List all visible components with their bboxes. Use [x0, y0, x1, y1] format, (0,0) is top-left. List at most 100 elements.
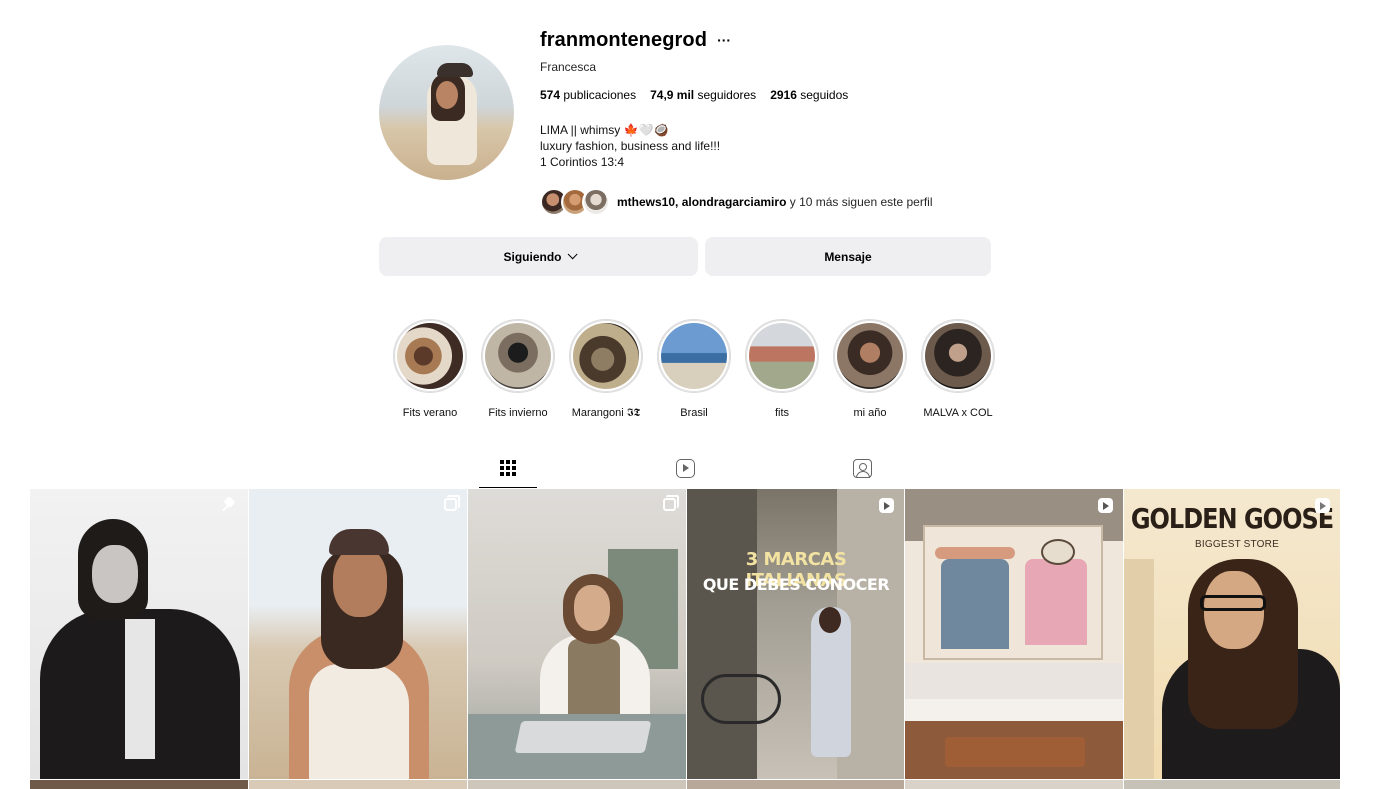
follower-avatar-3 [582, 188, 610, 216]
post-figure-top [309, 664, 409, 779]
highlight-cover [397, 323, 463, 389]
post-tile[interactable] [30, 780, 248, 789]
avatar-cap-figure [437, 63, 473, 77]
highlight-ring [745, 319, 819, 393]
message-button[interactable]: Mensaje [705, 237, 991, 276]
chevron-down-icon [567, 249, 578, 260]
highlight-cover [749, 323, 815, 389]
reel-icon [879, 498, 894, 513]
highlight-label: Brasil [680, 407, 708, 419]
highlight-label: Fits verano [402, 407, 458, 419]
more-options-icon[interactable]: ··· [717, 33, 731, 47]
tab-posts[interactable] [479, 448, 537, 488]
post-figure-cap [329, 529, 389, 555]
reels-icon [675, 458, 695, 478]
grid-icon [500, 459, 516, 476]
tab-reels[interactable] [656, 448, 714, 488]
tagged-icon [852, 458, 872, 478]
posts-count: 574 [540, 88, 561, 102]
highlight-ring [481, 319, 555, 393]
username-row: franmontenegrod ··· [540, 28, 990, 52]
post-figure-face [574, 585, 610, 631]
highlight-cover [661, 323, 727, 389]
username: franmontenegrod [540, 28, 708, 51]
highlight-cover [573, 323, 639, 389]
followers-count: 74,9 mil [650, 88, 695, 102]
highlight-label: MALVA x COL [923, 407, 993, 419]
post-tile[interactable]: 3 MARCAS ITALIANAS QUE DEBES CONOCER [687, 489, 904, 779]
highlight-item[interactable]: Brasil [657, 319, 731, 420]
reel-icon [1315, 498, 1330, 513]
post-figure-face [333, 547, 387, 617]
followed-by-names: mthews10, alondragarciamiro [617, 195, 787, 209]
stat-posts: 574 publicaciones [540, 88, 636, 102]
highlight-cover [925, 323, 991, 389]
post-tile[interactable] [1124, 780, 1340, 789]
story-highlights: Fits verano Fits invierno Marangoni 𝕴𝕿 B… [393, 319, 995, 420]
following-count: 2916 [770, 88, 797, 102]
post-figure-face [92, 545, 138, 603]
post-overlay-subtitle: BIGGEST STORE [1195, 539, 1279, 550]
highlight-ring [833, 319, 907, 393]
highlight-label: Marangoni 𝕴𝕿 [571, 407, 641, 419]
post-figure-glasses [1200, 595, 1266, 611]
post-figure-bench [945, 737, 1085, 767]
profile-header: franmontenegrod ··· Francesca 574 public… [379, 28, 991, 218]
post-figure-sofa [905, 699, 1123, 721]
highlight-ring [921, 319, 995, 393]
post-figure-arch [687, 489, 757, 779]
post-tile[interactable] [30, 489, 248, 779]
full-name: Francesca [540, 60, 597, 74]
avatar-face-figure [436, 81, 458, 109]
post-tile[interactable] [249, 489, 467, 779]
profile-stats: 574 publicaciones 74,9 mil seguidores 29… [540, 88, 990, 102]
highlight-item[interactable]: Marangoni 𝕴𝕿 [569, 319, 643, 420]
highlight-label: fits [774, 407, 790, 419]
followed-by[interactable]: mthews10, alondragarciamiro y 10 más sig… [540, 188, 990, 216]
post-tile[interactable] [905, 780, 1123, 789]
post-tile[interactable] [468, 489, 686, 779]
profile-avatar[interactable] [379, 45, 514, 180]
post-tile[interactable] [905, 489, 1123, 779]
highlight-ring [569, 319, 643, 393]
reel-icon [1098, 498, 1113, 513]
post-figure-laptop [514, 721, 652, 753]
highlight-item[interactable]: MALVA x COL [921, 319, 995, 420]
profile-tabs [479, 448, 899, 488]
highlight-ring [393, 319, 467, 393]
bio-line-2: luxury fashion, business and life!!! [540, 139, 721, 153]
highlight-label: Fits invierno [488, 407, 548, 419]
highlight-ring [657, 319, 731, 393]
post-figure-wall [1124, 559, 1154, 779]
carousel-icon [444, 495, 460, 511]
posts-label: publicaciones [563, 88, 637, 102]
followed-by-suffix: y 10 más siguen este perfil [789, 195, 933, 209]
highlight-item[interactable]: fits [745, 319, 819, 420]
followed-by-text: mthews10, alondragarciamiro y 10 más sig… [617, 195, 933, 209]
following-button[interactable]: Siguiendo [379, 237, 698, 276]
post-tile[interactable] [468, 780, 686, 789]
post-figure-head [819, 607, 841, 633]
highlight-item[interactable]: Fits verano [393, 319, 467, 420]
post-figure-painted-figure-1 [941, 559, 1009, 649]
pin-icon [222, 498, 236, 512]
post-figure-shirt [125, 619, 155, 759]
profile-info: franmontenegrod ··· Francesca 574 public… [540, 28, 990, 216]
stat-followers[interactable]: 74,9 mil seguidores [650, 88, 756, 102]
post-figure-painted-figure-2 [1025, 559, 1087, 645]
post-figure-bike [701, 674, 781, 724]
tab-tagged[interactable] [833, 448, 891, 488]
post-overlay-title-2: QUE DEBES CONOCER [702, 575, 890, 594]
post-tile[interactable] [249, 780, 467, 789]
highlight-cover [485, 323, 551, 389]
message-button-label: Mensaje [824, 249, 872, 264]
highlight-item[interactable]: Fits invierno [481, 319, 555, 420]
highlight-label: mi año [853, 407, 887, 419]
highlight-cover [837, 323, 903, 389]
post-tile[interactable] [687, 780, 904, 789]
post-tile[interactable]: GOLDEN GOOSE BIGGEST STORE [1124, 489, 1340, 779]
post-overlay-title: GOLDEN GOOSE [1130, 502, 1334, 536]
bio-line-1: LIMA || whimsy 🍁🤍🥥 [540, 123, 669, 137]
highlight-item[interactable]: mi año [833, 319, 907, 420]
stat-following[interactable]: 2916 seguidos [770, 88, 848, 102]
